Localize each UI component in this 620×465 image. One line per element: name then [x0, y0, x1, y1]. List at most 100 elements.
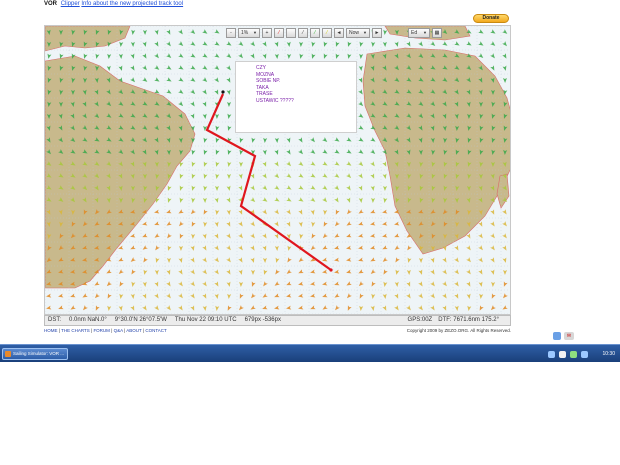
wind-arrow: [347, 53, 352, 59]
wind-arrow: [334, 245, 340, 250]
wind-arrow: [119, 281, 124, 287]
measure-tool[interactable]: ⁄: [298, 27, 308, 38]
projected-track-info-link[interactable]: Info about the new projected track tool: [81, 1, 183, 7]
wind-arrow: [166, 305, 171, 311]
erase-tool[interactable]: [286, 27, 296, 38]
footer-link-about[interactable]: ABOUT: [126, 328, 141, 333]
time-next-button[interactable]: ►: [372, 27, 382, 38]
wind-arrow: [143, 257, 148, 263]
wind-arrow: [154, 221, 160, 226]
wind-arrow: [430, 293, 435, 299]
popup-line: TAKA: [256, 84, 269, 91]
mail-icon[interactable]: ✉: [564, 332, 574, 340]
network-tray-icon[interactable]: [581, 350, 588, 358]
wind-arrow: [142, 77, 148, 82]
wind-arrow: [250, 221, 255, 227]
time-prev-button[interactable]: ◄: [334, 27, 344, 38]
wind-arrow: [262, 185, 268, 191]
wind-arrow: [238, 257, 243, 263]
wind-arrow: [118, 65, 123, 71]
zoom-out-button[interactable]: -: [226, 27, 236, 38]
wind-arrow: [346, 269, 352, 274]
wind-arrow: [47, 53, 52, 59]
zoom-in-button[interactable]: +: [262, 27, 272, 38]
clipper-link[interactable]: Clipper: [61, 1, 80, 7]
green-track-tool[interactable]: ⁄: [310, 27, 320, 38]
wind-arrow: [202, 257, 207, 263]
draw-route-tool[interactable]: ⁄: [274, 27, 284, 38]
wind-arrow: [214, 269, 219, 275]
time-select[interactable]: Now ▼: [346, 27, 370, 38]
wind-arrow: [491, 281, 496, 287]
popup-line: CZY: [256, 65, 266, 71]
wind-arrow: [215, 137, 220, 143]
layers-button[interactable]: ▦: [432, 27, 442, 38]
wind-arrow: [214, 293, 219, 299]
wind-arrow: [178, 65, 184, 70]
wind-arrow: [371, 197, 376, 203]
wind-arrow: [311, 53, 316, 59]
wind-arrow: [250, 197, 256, 203]
footer-link-home[interactable]: HOME: [44, 328, 58, 333]
wind-arrow: [310, 149, 316, 154]
wind-arrow: [298, 209, 303, 215]
wind-arrow: [227, 293, 232, 299]
wind-arrow: [154, 281, 159, 287]
wind-arrow: [490, 233, 495, 239]
wind-map[interactable]: - 1% ▼ + ⁄ ⁄ ⁄ ⁄ ◄ Now ▼ ► Ed ▼ ▦ CZY MOZNA S…: [44, 25, 511, 315]
wind-arrow: [238, 209, 243, 215]
wind-arrow: [130, 245, 136, 250]
donate-button[interactable]: Donate: [473, 14, 509, 23]
wind-arrow: [227, 125, 232, 131]
wind-arrow: [383, 197, 388, 203]
wind-arrow: [358, 65, 363, 71]
wind-arrow: [262, 197, 268, 202]
wind-arrow: [178, 269, 183, 275]
popup-line: TRASE: [256, 91, 273, 98]
boat-select[interactable]: Ed ▼: [408, 27, 430, 38]
wind-arrow: [334, 281, 340, 286]
wind-arrow: [190, 29, 196, 35]
wind-arrow: [130, 305, 135, 311]
wind-arrow: [479, 293, 484, 299]
wind-arrow: [226, 53, 232, 58]
network-icon[interactable]: [553, 332, 561, 340]
wind-arrow: [203, 173, 208, 179]
wind-arrow: [334, 149, 340, 154]
wind-arrow: [70, 293, 76, 298]
wind-arrow: [227, 101, 232, 107]
wind-arrow: [274, 41, 279, 47]
language-icon[interactable]: [548, 350, 555, 358]
wind-arrow: [214, 233, 219, 239]
volume-icon[interactable]: [570, 350, 577, 358]
wind-arrow: [226, 185, 231, 191]
wind-arrow: [202, 53, 208, 58]
wind-arrow: [442, 281, 447, 287]
wind-arrow: [179, 173, 184, 179]
zoom-select[interactable]: 1% ▼: [238, 27, 260, 38]
wind-arrow: [94, 293, 100, 299]
wind-arrow: [238, 221, 243, 227]
yellow-track-tool[interactable]: ⁄: [322, 27, 332, 38]
wind-arrow: [490, 269, 495, 275]
keyboard-icon[interactable]: [559, 350, 566, 358]
popup-line: USTAWIC ?????: [256, 97, 294, 104]
wind-arrow: [298, 305, 304, 310]
wind-arrow: [202, 245, 207, 251]
time-value: Now: [349, 29, 360, 36]
wind-arrow: [406, 305, 411, 311]
footer-link-the-charts[interactable]: THE CHARTS: [61, 328, 90, 333]
wind-arrow: [131, 281, 136, 287]
wind-arrow: [166, 53, 172, 58]
wind-arrow: [346, 149, 352, 154]
taskbar-sailing-simulator-button[interactable]: Sailing Simulator: VOR ...: [2, 348, 68, 360]
footer-link-contact[interactable]: CONTACT: [145, 328, 166, 333]
wind-arrow: [214, 257, 219, 263]
wind-arrow: [262, 257, 267, 263]
footer-link-forum[interactable]: FORUM: [93, 328, 110, 333]
footer-link-q-a[interactable]: Q&A: [114, 328, 123, 333]
wind-arrow: [202, 281, 207, 287]
wind-arrow: [142, 305, 147, 311]
taskbar-clock[interactable]: 10:30: [602, 348, 615, 360]
wind-arrow: [250, 53, 255, 59]
